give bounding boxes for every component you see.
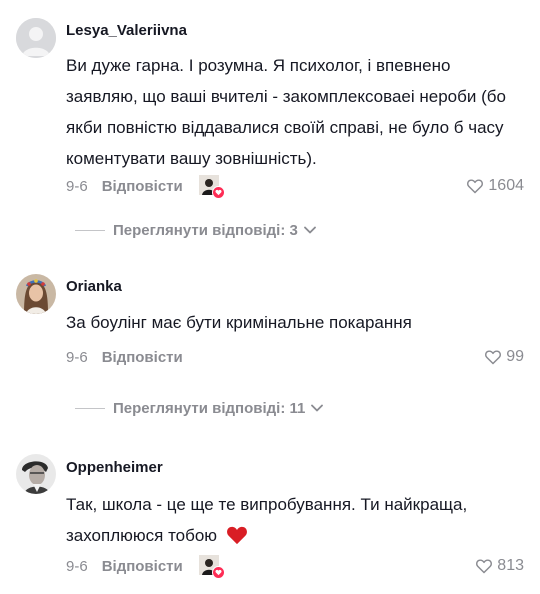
divider-line [75,407,105,409]
creator-liked-badge [198,555,225,579]
like-count: 99 [506,348,524,365]
reply-button[interactable]: Відповісти [102,349,183,366]
divider-line [75,229,105,231]
view-replies-button[interactable]: Переглянути відповіді: 11 [75,398,324,418]
reply-button[interactable]: Відповісти [102,558,183,575]
user-silhouette-icon [16,18,56,58]
reply-button[interactable]: Відповісти [102,178,183,195]
red-heart-emoji [226,524,248,555]
like-button[interactable]: 813 [475,556,524,576]
comment-text: Ви дуже гарна. І розумна. Я психолог, і … [66,56,506,168]
comment-date: 9-6 [66,348,88,366]
comment-text-body: Так, школа - це ще те випробування. Ти н… [66,495,468,545]
user-photo-icon [16,454,56,494]
like-button[interactable]: 1604 [466,176,524,196]
like-button[interactable]: 99 [484,347,524,367]
comment-username[interactable]: Oppenheimer [66,459,163,477]
user-photo-icon [16,274,56,314]
heart-outline-icon [476,559,493,574]
comment-username[interactable]: Lesya_Valeriivna [66,22,187,40]
view-replies-label: Переглянути відповіді: 3 [113,221,298,239]
comment-text: Так, школа - це ще те випробування. Ти н… [66,489,521,555]
comment-text: За боулінг має бути кримінальне покаранн… [66,313,412,332]
creator-liked-badge [198,175,225,199]
comment-username[interactable]: Orianka [66,278,122,296]
red-heart-icon [226,526,247,545]
chevron-down-icon [303,226,316,234]
avatar[interactable] [16,274,56,314]
view-replies-label: Переглянути відповіді: 11 [113,399,306,417]
heart-icon [211,566,225,579]
comment-meta: 9-6 Відповісти [66,555,225,579]
default-avatar[interactable] [16,18,56,58]
comment-date: 9-6 [66,557,88,575]
like-count: 813 [497,557,524,574]
avatar[interactable] [16,454,56,494]
heart-outline-icon [485,350,502,365]
heart-outline-icon [467,179,484,194]
chevron-down-icon [311,404,324,412]
like-count: 1604 [488,177,524,194]
heart-icon [211,186,225,199]
comment-date: 9-6 [66,177,88,195]
comment-meta: 9-6 Відповісти [66,347,199,367]
view-replies-button[interactable]: Переглянути відповіді: 3 [75,220,316,240]
comment-meta: 9-6 Відповісти [66,175,225,199]
